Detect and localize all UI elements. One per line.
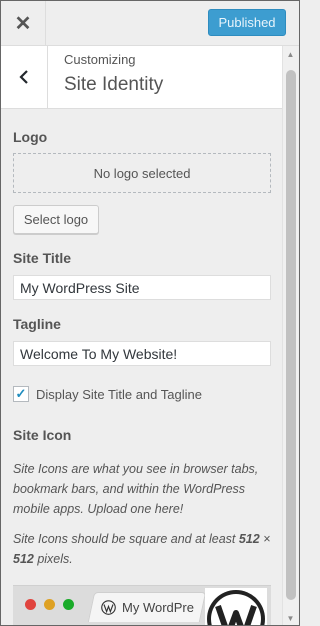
chevron-left-icon — [19, 70, 28, 84]
customizer-panel: ✕ Published Customizing Site Identity Lo… — [0, 0, 300, 626]
display-title-tagline-checkbox[interactable]: ✓ — [13, 386, 29, 402]
site-title-input[interactable]: My WordPress Site — [13, 275, 271, 300]
back-button[interactable] — [1, 46, 48, 108]
breadcrumb: Customizing — [64, 52, 136, 67]
site-icon-label: Site Icon — [13, 427, 72, 443]
browser-tab-content: My WordPre — [101, 600, 194, 615]
site-icon-size-note: Site Icons should be square and at least… — [13, 532, 271, 566]
site-icon-image — [205, 588, 267, 625]
logo-label: Logo — [13, 129, 48, 145]
scroll-up-arrow-icon[interactable]: ▲ — [283, 46, 298, 62]
browser-tab-title: My WordPre — [122, 600, 194, 615]
display-title-tagline-label: Display Site Title and Tagline — [36, 386, 202, 402]
logo-placeholder[interactable]: No logo selected — [13, 153, 271, 193]
tagline-label: Tagline — [13, 316, 61, 332]
close-button[interactable]: ✕ — [1, 1, 46, 45]
display-title-tagline-row: ✓ Display Site Title and Tagline — [13, 385, 202, 403]
scrollbar[interactable]: ▲ ▼ — [282, 46, 298, 625]
window-minimize-dot — [44, 599, 55, 610]
scroll-down-arrow-icon[interactable]: ▼ — [283, 610, 298, 625]
tagline-input[interactable]: Welcome To My Website! — [13, 341, 271, 366]
scroll-thumb[interactable] — [286, 70, 296, 600]
publish-button[interactable]: Published — [208, 9, 286, 36]
checkmark-icon: ✓ — [15, 386, 27, 401]
site-title-label: Site Title — [13, 250, 72, 266]
section-title: Site Identity — [64, 74, 164, 95]
customizer-header: ✕ Published — [1, 1, 299, 46]
select-logo-button[interactable]: Select logo — [13, 205, 99, 234]
window-maximize-dot — [63, 599, 74, 610]
wordpress-icon — [101, 600, 116, 615]
site-icon-description: Site Icons are what you see in browser t… — [13, 462, 259, 516]
window-close-dot — [25, 599, 36, 610]
section-header: Customizing Site Identity — [1, 46, 284, 109]
wordpress-logo-icon — [207, 590, 265, 625]
close-icon: ✕ — [14, 12, 32, 35]
site-icon-preview: My WordPre — [13, 585, 271, 625]
